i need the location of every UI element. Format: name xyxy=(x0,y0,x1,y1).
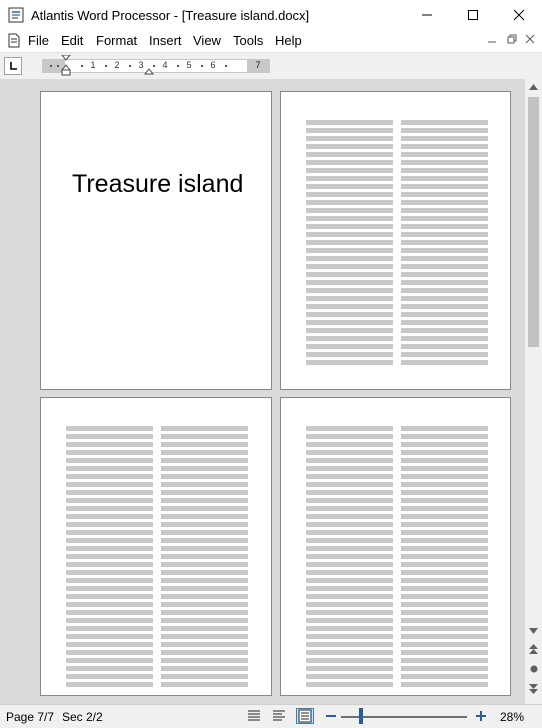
text-column xyxy=(306,120,393,375)
close-icon xyxy=(525,34,535,44)
page-thumbnail[interactable] xyxy=(40,397,272,696)
document-workspace[interactable]: Treasure island xyxy=(0,79,525,704)
section-indicator: Sec 2/2 xyxy=(62,710,103,724)
menu-insert[interactable]: Insert xyxy=(149,33,182,48)
restore-icon xyxy=(507,34,517,44)
normal-view-button[interactable] xyxy=(245,708,263,724)
ruler-number: 7 xyxy=(255,60,261,70)
select-browse-object-button[interactable] xyxy=(525,661,542,677)
page-indicator: Page 7/7 xyxy=(6,710,55,724)
zoom-in-button[interactable] xyxy=(474,709,488,723)
arrow-down-icon xyxy=(529,628,538,634)
text-column xyxy=(66,426,153,694)
double-arrow-down-icon xyxy=(529,684,538,694)
normal-view-icon xyxy=(248,710,260,721)
zoom-out-button[interactable] xyxy=(324,709,338,723)
scroll-thumb[interactable] xyxy=(528,97,539,347)
status-bar: Page 7/7 Sec 2/2 28% xyxy=(0,704,542,728)
ruler-number: 1 xyxy=(90,60,96,70)
ruler-number: 2 xyxy=(114,60,120,70)
zoom-level[interactable]: 28% xyxy=(500,710,524,724)
ruler-number: 4 xyxy=(162,60,168,70)
document-icon[interactable] xyxy=(8,33,20,48)
left-tab-stop-icon xyxy=(10,62,17,70)
menu-tools[interactable]: Tools xyxy=(233,33,263,48)
next-page-button[interactable] xyxy=(525,681,542,697)
text-column xyxy=(401,120,488,375)
minimize-icon xyxy=(422,14,432,16)
maximize-icon xyxy=(468,10,478,20)
menu-bar: File Edit Format Insert View Tools Help xyxy=(0,30,542,52)
title-bar: Atlantis Word Processor - [Treasure isla… xyxy=(0,0,542,30)
window-title: Atlantis Word Processor - [Treasure isla… xyxy=(31,8,310,23)
vertical-scrollbar[interactable] xyxy=(525,79,542,704)
doc-minimize-button[interactable] xyxy=(484,33,500,49)
ruler-number: 6 xyxy=(210,60,216,70)
indent-marker-icon[interactable] xyxy=(61,55,71,77)
page-thumbnail[interactable]: Treasure island xyxy=(40,91,272,390)
plus-icon xyxy=(476,711,486,721)
close-icon xyxy=(513,9,525,21)
minimize-icon xyxy=(488,41,496,43)
web-view-icon xyxy=(273,710,285,721)
page-layout-view-button[interactable] xyxy=(296,708,314,724)
app-icon xyxy=(8,7,24,23)
ruler-tick xyxy=(177,65,179,67)
close-button[interactable] xyxy=(496,0,542,30)
menu-file[interactable]: File xyxy=(28,33,49,48)
ruler-number: 5 xyxy=(186,60,192,70)
doc-close-button[interactable] xyxy=(522,33,538,49)
ruler-tick xyxy=(50,65,52,67)
minus-icon xyxy=(326,715,336,717)
browse-object-icon xyxy=(530,665,537,673)
ruler-tick xyxy=(201,65,203,67)
ruler-tick xyxy=(57,65,59,67)
tab-stop-selector[interactable] xyxy=(4,57,22,75)
text-column xyxy=(161,426,248,694)
ruler-tick xyxy=(105,65,107,67)
page-heading: Treasure island xyxy=(72,170,244,198)
text-column xyxy=(401,426,488,694)
menu-format[interactable]: Format xyxy=(96,33,137,48)
text-column xyxy=(306,426,393,694)
ruler-tick xyxy=(81,65,83,67)
zoom-slider-thumb[interactable] xyxy=(359,708,363,724)
menu-edit[interactable]: Edit xyxy=(61,33,83,48)
ruler-bar: 1 2 3 4 5 6 7 xyxy=(0,52,542,79)
right-indent-marker-icon[interactable] xyxy=(144,65,154,75)
menu-help[interactable]: Help xyxy=(275,33,302,48)
page-layout-view-icon xyxy=(298,709,312,723)
double-arrow-up-icon xyxy=(529,644,538,654)
maximize-button[interactable] xyxy=(450,0,496,30)
minimize-button[interactable] xyxy=(404,0,450,30)
ruler-tick xyxy=(129,65,131,67)
scroll-down-button[interactable] xyxy=(525,623,542,639)
previous-page-button[interactable] xyxy=(525,641,542,657)
menu-view[interactable]: View xyxy=(193,33,221,48)
page-thumbnail[interactable] xyxy=(280,91,511,390)
page-thumbnail[interactable] xyxy=(280,397,511,696)
web-view-button[interactable] xyxy=(270,708,288,724)
horizontal-ruler[interactable]: 1 2 3 4 5 6 7 xyxy=(42,55,270,76)
scroll-up-button[interactable] xyxy=(525,79,542,95)
ruler-tick xyxy=(225,65,227,67)
doc-restore-button[interactable] xyxy=(504,33,520,49)
arrow-up-icon xyxy=(529,84,538,90)
